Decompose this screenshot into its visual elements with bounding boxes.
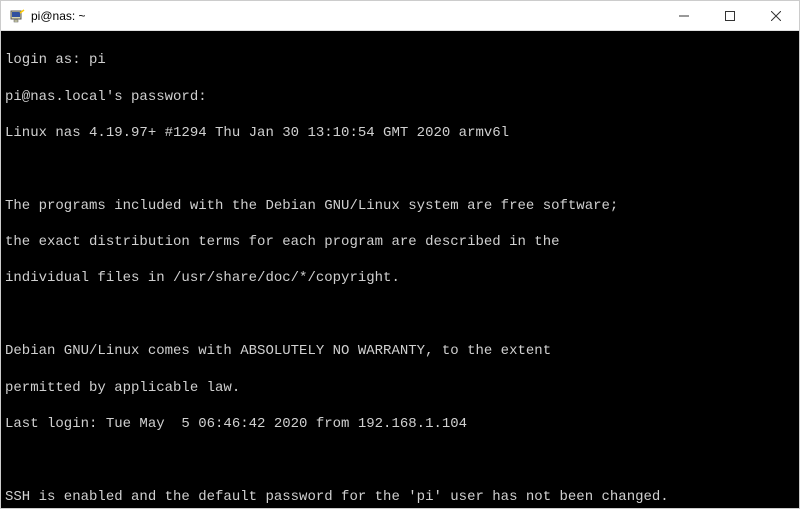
terminal-line: the exact distribution terms for each pr… bbox=[5, 233, 795, 251]
terminal-line: login as: pi bbox=[5, 51, 795, 69]
terminal-blank-line bbox=[5, 160, 795, 178]
terminal-blank-line bbox=[5, 451, 795, 469]
terminal-line: Last login: Tue May 5 06:46:42 2020 from… bbox=[5, 415, 795, 433]
window-controls bbox=[661, 1, 799, 30]
window-title: pi@nas: ~ bbox=[31, 9, 661, 23]
maximize-button[interactable] bbox=[707, 1, 753, 30]
terminal-blank-line bbox=[5, 306, 795, 324]
minimize-button[interactable] bbox=[661, 1, 707, 30]
terminal-line: Debian GNU/Linux comes with ABSOLUTELY N… bbox=[5, 342, 795, 360]
putty-icon bbox=[9, 8, 25, 24]
terminal-line: individual files in /usr/share/doc/*/cop… bbox=[5, 269, 795, 287]
terminal-line: permitted by applicable law. bbox=[5, 379, 795, 397]
close-button[interactable] bbox=[753, 1, 799, 30]
putty-window: pi@nas: ~ login as: pi pi@nas.local's pa… bbox=[0, 0, 800, 509]
terminal-line: SSH is enabled and the default password … bbox=[5, 488, 795, 506]
terminal-line: pi@nas.local's password: bbox=[5, 88, 795, 106]
terminal-body[interactable]: login as: pi pi@nas.local's password: Li… bbox=[1, 31, 799, 508]
terminal-line: The programs included with the Debian GN… bbox=[5, 197, 795, 215]
titlebar[interactable]: pi@nas: ~ bbox=[1, 1, 799, 31]
terminal-line: Linux nas 4.19.97+ #1294 Thu Jan 30 13:1… bbox=[5, 124, 795, 142]
